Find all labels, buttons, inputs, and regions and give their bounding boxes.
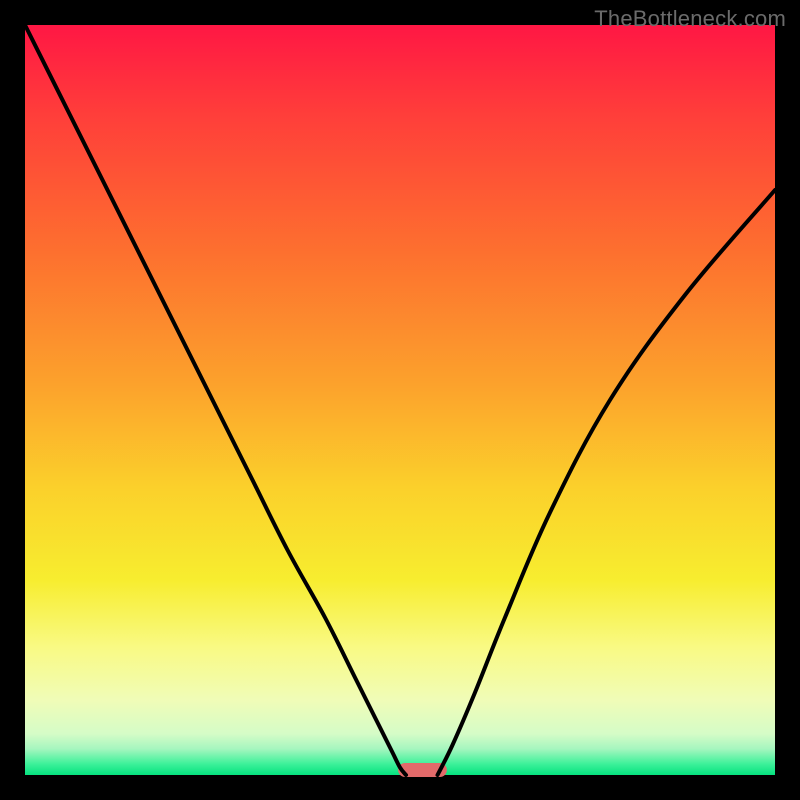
watermark-text: TheBottleneck.com bbox=[594, 6, 786, 32]
chart-svg bbox=[0, 0, 800, 800]
plot-background bbox=[25, 25, 775, 775]
chart-frame: TheBottleneck.com bbox=[0, 0, 800, 800]
